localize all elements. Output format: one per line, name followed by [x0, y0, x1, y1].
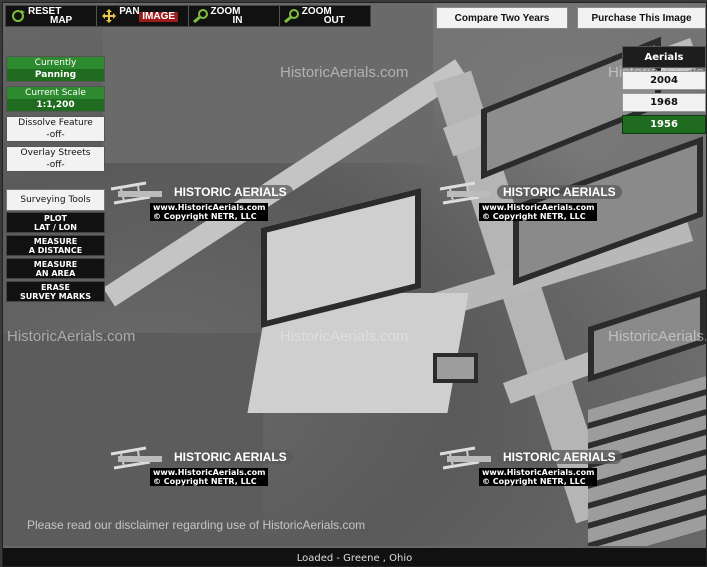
year-1968-button[interactable]: 1968 [622, 93, 706, 112]
brand-label: HISTORIC AERIALS [497, 450, 622, 464]
plot-lat-lon-button[interactable]: PLOT LAT / LON [6, 212, 105, 233]
brand-label: HISTORIC AERIALS [497, 185, 622, 199]
currently-label: Currently [7, 57, 104, 69]
surveying-tools-header: Surveying Tools [6, 189, 105, 211]
brand-watermark: HISTORIC AERIALS www.HistoricAerials.com… [435, 446, 622, 492]
watermark-site: HistoricAerials.com [280, 64, 409, 81]
brand-watermark: HISTORIC AERIALS www.HistoricAerials.com… [106, 446, 293, 492]
watermark-url: www.HistoricAerials.com © Copyright NETR,… [479, 203, 598, 221]
map-toolbar: RESET MAP PAN IMAGE ZOOM IN ZOOM OUT [5, 5, 371, 27]
building-small [433, 353, 478, 383]
aerials-header: Aerials [622, 46, 706, 68]
status-bar: Loaded - Greene , Ohio [3, 546, 706, 566]
overlay-value: -off- [46, 160, 65, 170]
field-area-top [103, 3, 433, 163]
dissolve-value: -off- [46, 130, 65, 140]
zoom-out-icon [283, 9, 299, 23]
dissolve-label: Dissolve Feature [18, 118, 93, 128]
watermark-url: www.HistoricAerials.com © Copyright NETR,… [150, 468, 269, 486]
disclaimer-link[interactable]: Please read our disclaimer regarding use… [27, 518, 365, 532]
field-area [3, 333, 263, 546]
watermark-url: www.HistoricAerials.com © Copyright NETR,… [150, 203, 269, 221]
app-frame: HistoricAerials.com HistoricAerials.com … [2, 2, 707, 567]
reset-map-button[interactable]: RESET MAP [6, 6, 98, 26]
compare-two-years-button[interactable]: Compare Two Years [436, 7, 568, 29]
year-2004-button[interactable]: 2004 [622, 71, 706, 90]
measure-area-button[interactable]: MEASURE AN AREA [6, 258, 105, 279]
erase-survey-marks-button[interactable]: ERASE SURVEY MARKS [6, 281, 105, 302]
overlay-label: Overlay Streets [20, 148, 91, 158]
current-scale-panel: Current Scale 1:1,200 [6, 86, 105, 112]
zoom-in-icon [192, 9, 208, 23]
watermark-site: HistoricAerials.com [7, 328, 136, 345]
watermark-url: www.HistoricAerials.com © Copyright NETR,… [479, 468, 598, 486]
watermark-site: HistoricAerials.com [280, 328, 409, 345]
aerial-map-image[interactable]: HistoricAerials.com HistoricAerials.com … [3, 3, 707, 563]
brand-watermark: HISTORIC AERIALS www.HistoricAerials.com… [106, 181, 293, 227]
building-rows [588, 376, 706, 563]
measure-distance-button[interactable]: MEASURE A DISTANCE [6, 235, 105, 256]
scale-value: 1:1,200 [36, 100, 75, 110]
brand-label: HISTORIC AERIALS [168, 450, 293, 464]
brand-watermark: HISTORIC AERIALS www.HistoricAerials.com… [435, 181, 622, 227]
overlay-streets-toggle[interactable]: Overlay Streets -off- [6, 146, 105, 172]
scale-label: Current Scale [7, 87, 104, 99]
aerials-year-panel: Aerials 2004 1968 1956 [622, 46, 706, 134]
currently-value: Panning [34, 70, 77, 80]
dissolve-feature-toggle[interactable]: Dissolve Feature -off- [6, 116, 105, 142]
currently-panel: Currently Panning [6, 56, 105, 82]
purchase-image-button[interactable]: Purchase This Image [577, 7, 706, 29]
watermark-site: HistoricAerials.com [608, 328, 707, 345]
zoom-out-button[interactable]: ZOOM OUT [280, 6, 370, 26]
reset-icon [12, 10, 25, 22]
brand-label: HISTORIC AERIALS [168, 185, 293, 199]
zoom-in-button[interactable]: ZOOM IN [189, 6, 280, 26]
move-icon [102, 9, 117, 23]
pan-image-button[interactable]: PAN IMAGE [97, 6, 189, 26]
year-1956-button[interactable]: 1956 [622, 115, 706, 134]
